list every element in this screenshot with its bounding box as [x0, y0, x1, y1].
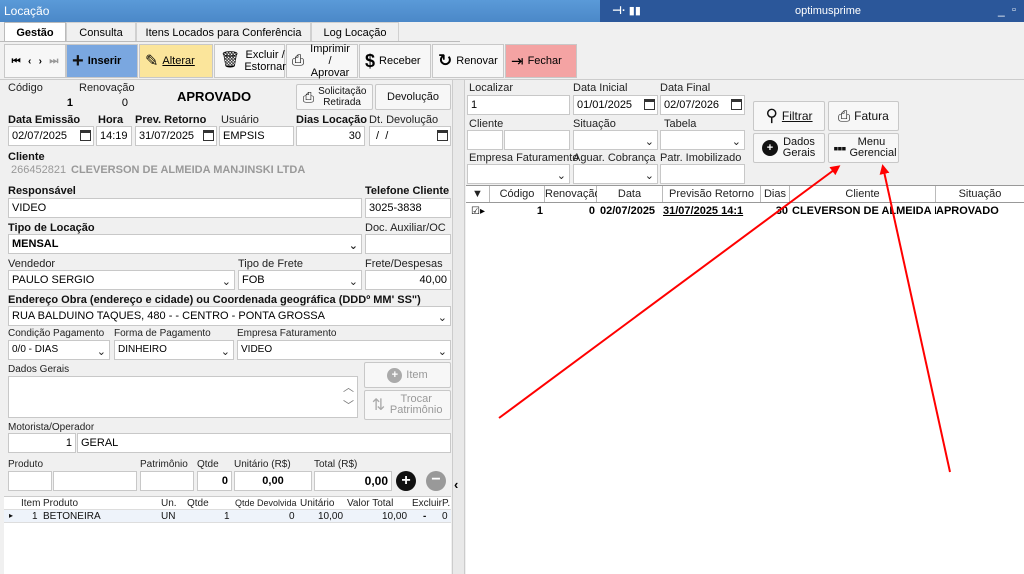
red-arrow-to-dados-gerais: [498, 165, 841, 419]
red-arrow-to-menu-gerencial: [879, 164, 951, 473]
annotation-arrows: [498, 164, 951, 473]
